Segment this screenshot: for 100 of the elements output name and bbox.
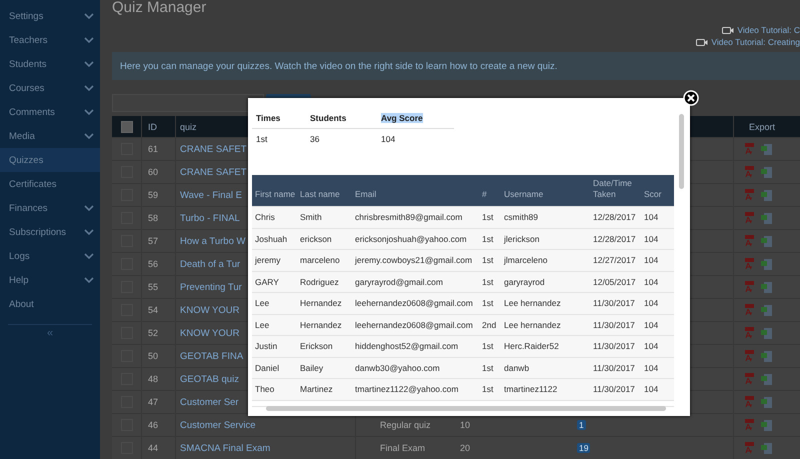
pdf-file-icon bbox=[744, 189, 755, 201]
table-cell-text: 104 bbox=[643, 384, 660, 394]
video-tutorial-link[interactable]: Video Tutorial: Creating bbox=[711, 37, 800, 47]
table-cell-text: garyrayrod@gmail.com bbox=[354, 276, 444, 287]
table-cell-text: csmith89 bbox=[503, 212, 540, 222]
sidebar-item[interactable]: Students bbox=[0, 52, 100, 76]
quiz-link[interactable]: CRANE SAFET bbox=[180, 144, 247, 154]
spreadsheet-file-icon bbox=[761, 280, 773, 294]
column-header: Email bbox=[354, 189, 378, 200]
spreadsheet-file-icon bbox=[761, 258, 773, 270]
table-cell-text: Theo bbox=[254, 384, 276, 394]
column-header: Times bbox=[256, 113, 280, 123]
quiz-link[interactable]: Preventing Tur bbox=[180, 282, 242, 292]
table-cell: 104 bbox=[381, 134, 396, 144]
column-header: Avg Score bbox=[381, 113, 423, 123]
quiz-link[interactable]: CRANE SAFET bbox=[180, 166, 247, 178]
close-icon[interactable] bbox=[683, 90, 699, 106]
column-header: Date/Time Taken bbox=[592, 178, 633, 200]
table-cell-text: 11/30/2017 bbox=[592, 384, 636, 394]
spreadsheet-file-icon bbox=[761, 166, 773, 178]
table-cell-text: jlmarceleno bbox=[502, 255, 548, 266]
quiz-link[interactable]: How a Turbo W bbox=[180, 236, 246, 246]
page-title: Quiz Manager bbox=[112, 0, 208, 16]
sidebar-item[interactable]: About bbox=[0, 292, 100, 316]
spreadsheet-file-icon bbox=[761, 396, 773, 408]
table-cell: 54 bbox=[142, 299, 176, 321]
table-cell: 36 bbox=[310, 134, 320, 144]
table-cell-text: Daniel bbox=[254, 362, 280, 373]
table-cell-text: 104 bbox=[643, 212, 660, 222]
table-cell-text: Rodriguez bbox=[299, 276, 340, 287]
table-cell: 59 bbox=[142, 184, 176, 206]
column-header: First name bbox=[254, 189, 296, 200]
sidebar-item[interactable]: Courses bbox=[0, 76, 100, 100]
table-cell-text: danwb30@yahoo.com bbox=[354, 362, 441, 373]
video-camera-icon bbox=[696, 38, 708, 46]
scrollbar[interactable] bbox=[679, 114, 684, 189]
pdf-file-icon bbox=[744, 304, 755, 316]
pdf-file-icon bbox=[744, 281, 755, 293]
pdf-file-icon bbox=[744, 143, 755, 155]
sidebar-item[interactable]: Subscriptions bbox=[0, 220, 100, 244]
count-badge[interactable]: 19 bbox=[577, 443, 590, 453]
quiz-link[interactable]: Death of a Tur bbox=[180, 258, 240, 270]
quiz-link[interactable]: Customer Service bbox=[180, 420, 256, 430]
column-header: # bbox=[481, 189, 488, 200]
collapse-button[interactable]: « bbox=[42, 325, 58, 341]
sidebar-item[interactable]: Quizzes bbox=[0, 148, 100, 172]
quiz-link[interactable]: GEOTAB FINA bbox=[180, 350, 244, 362]
column-header: ID bbox=[142, 116, 176, 137]
quiz-link[interactable]: Customer Ser bbox=[180, 396, 239, 408]
search-field[interactable] bbox=[112, 94, 264, 112]
column-header: Username bbox=[503, 189, 544, 200]
quiz-link[interactable]: KNOW YOUR bbox=[180, 328, 240, 338]
spreadsheet-file-icon bbox=[761, 418, 773, 432]
spreadsheet-file-icon bbox=[761, 442, 773, 454]
table-cell-text: 2nd bbox=[481, 320, 498, 330]
info-message: Here you can manage your quizzes. Watch the video on the right side to learn how to create a new quiz. bbox=[112, 52, 800, 80]
pdf-file-icon bbox=[744, 350, 755, 362]
quiz-link[interactable]: SMACNA Final Exam bbox=[180, 442, 270, 454]
table-cell: 60 bbox=[142, 161, 176, 183]
table-cell-text: 12/28/2017 bbox=[592, 234, 637, 244]
column-header: Scor bbox=[643, 189, 662, 200]
table-cell-text: hiddenghost52@gmail.com bbox=[354, 341, 460, 352]
table-cell-text: leehernandez0608@gmail.com bbox=[354, 320, 474, 330]
column-header: Last name bbox=[299, 189, 341, 200]
spreadsheet-file-icon bbox=[761, 326, 773, 340]
table-cell-text: 12/05/2017 bbox=[592, 276, 637, 287]
sidebar-item[interactable]: Teachers bbox=[0, 28, 100, 52]
table-cell-text: 104 bbox=[643, 298, 660, 308]
table-cell-text: Herc.Raider52 bbox=[503, 341, 560, 352]
table-cell: 20 bbox=[460, 443, 470, 453]
quiz-link[interactable]: GEOTAB quiz bbox=[180, 374, 239, 384]
table-cell: 48 bbox=[142, 368, 176, 390]
sidebar-item[interactable]: Settings bbox=[0, 4, 100, 28]
quiz-link[interactable]: KNOW YOUR bbox=[180, 304, 240, 316]
pdf-file-icon bbox=[744, 419, 755, 431]
pdf-file-icon bbox=[744, 258, 755, 270]
sidebar-item[interactable]: Finances bbox=[0, 196, 100, 220]
sidebar-item[interactable]: Help bbox=[0, 268, 100, 292]
sidebar-item[interactable]: Logs bbox=[0, 244, 100, 268]
sidebar-item[interactable]: Comments bbox=[0, 100, 100, 124]
table-cell-text: 1st bbox=[481, 384, 494, 394]
video-tutorial-link[interactable]: Video Tutorial: C bbox=[737, 25, 800, 35]
spreadsheet-file-icon bbox=[761, 188, 773, 202]
table-cell: 44 bbox=[142, 437, 176, 459]
table-cell-text: 104 bbox=[643, 320, 660, 330]
checkbox[interactable] bbox=[120, 120, 132, 132]
scrollbar[interactable] bbox=[266, 406, 666, 411]
table-cell-text: 11/30/2017 bbox=[592, 298, 636, 308]
pdf-file-icon bbox=[744, 327, 755, 339]
sidebar-item[interactable]: Certificates bbox=[0, 172, 100, 196]
table-cell: 58 bbox=[142, 207, 176, 229]
table-cell-text: Lee hernandez bbox=[503, 298, 562, 308]
table-cell-text: 104 bbox=[643, 341, 660, 352]
quiz-link[interactable]: Turbo - FINAL bbox=[180, 212, 240, 224]
sidebar-item[interactable]: Media bbox=[0, 124, 100, 148]
table-cell: Regular quiz bbox=[380, 420, 431, 430]
table-cell-text: Hernandez bbox=[299, 298, 343, 308]
count-badge[interactable]: 1 bbox=[577, 420, 586, 430]
table-cell: 57 bbox=[142, 230, 176, 252]
quiz-link[interactable]: Wave - Final E bbox=[180, 190, 242, 200]
